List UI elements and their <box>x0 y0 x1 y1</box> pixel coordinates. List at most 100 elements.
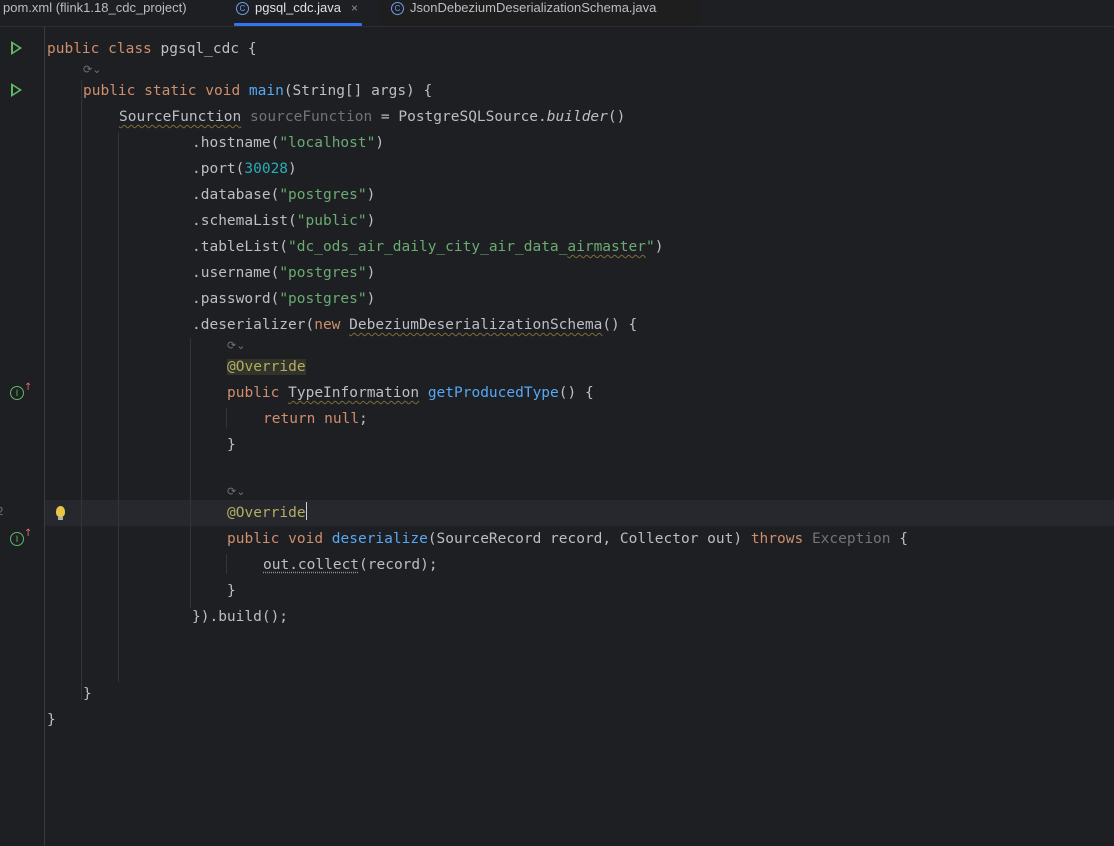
keyword: static <box>144 83 197 99</box>
keyword: void <box>288 531 324 547</box>
code-text: } <box>47 712 56 728</box>
code-line-table-list[interactable]: .tableList("dc_ods_air_daily_city_air_da… <box>192 234 663 260</box>
exception-type: Exception <box>811 531 891 547</box>
string-literal: "public" <box>296 213 367 229</box>
code-text: ) <box>375 135 385 151</box>
code-line-password[interactable]: .password("postgres") <box>192 286 375 312</box>
code-text: () { <box>558 385 594 401</box>
code-text: { <box>890 531 908 547</box>
implements-icon: I <box>10 532 24 546</box>
code-text: } <box>227 583 236 599</box>
indent-guide <box>81 80 82 700</box>
code-line-close-brace[interactable]: } <box>227 578 236 604</box>
method-name: collect <box>297 557 360 573</box>
tab-label: JsonDebeziumDeserializationSchema.java <box>410 0 657 15</box>
tab-label: pgsql_cdc.java <box>255 0 341 15</box>
code-line-return-null[interactable]: return null; <box>263 406 368 432</box>
code-text: (record); <box>359 557 438 573</box>
class-name: pgsql_cdc <box>160 41 240 57</box>
code-text: (SourceRecord record, Collector out) <box>427 531 751 547</box>
indent-guide <box>118 132 119 682</box>
variable-name: sourceFunction <box>249 109 373 125</box>
keyword: public <box>227 531 280 547</box>
java-class-icon: C <box>391 2 404 15</box>
implements-method-icon[interactable]: I ↑ <box>10 528 32 546</box>
indent-guide <box>226 554 227 574</box>
current-line-highlight <box>45 500 1114 526</box>
code-line-username[interactable]: .username("postgres") <box>192 260 375 286</box>
string-literal: airmaster <box>567 239 646 255</box>
code-line-close-class[interactable]: } <box>47 707 56 733</box>
lightbulb-icon[interactable] <box>56 506 65 520</box>
code-line-database[interactable]: .database("postgres") <box>192 182 375 208</box>
code-text: ) <box>366 213 376 229</box>
implements-icon: I <box>10 386 24 400</box>
method-name: main <box>248 83 284 99</box>
keyword: new <box>314 317 341 333</box>
inlay-hint-icon[interactable]: ⟳⌄ <box>227 336 245 356</box>
code-text: .deserializer( <box>192 317 315 333</box>
code-editor[interactable] <box>0 27 1114 846</box>
method-name: getProducedType <box>427 385 559 401</box>
code-text: ; <box>359 411 368 427</box>
keyword: null <box>324 411 360 427</box>
tab-label: pom.xml (flink1.18_cdc_project) <box>3 0 187 15</box>
code-line-override-1[interactable]: @Override <box>227 354 306 380</box>
string-literal: "dc_ods_air_daily_city_air_data_ <box>288 239 568 255</box>
code-text: }).build(); <box>192 609 289 625</box>
code-line-out-collect[interactable]: out.collect(record); <box>263 552 438 578</box>
editor-tab-bar: pom.xml (flink1.18_cdc_project) Cpgsql_c… <box>0 0 1114 27</box>
code-line-deserializer[interactable]: .deserializer(new DebeziumDeserializatio… <box>192 312 637 338</box>
string-literal: "localhost" <box>279 135 376 151</box>
code-line-schema-list[interactable]: .schemaList("public") <box>192 208 375 234</box>
run-class-icon[interactable] <box>11 41 22 55</box>
run-main-icon[interactable] <box>11 83 22 97</box>
code-text: ) <box>366 291 376 307</box>
code-text: ) <box>366 265 376 281</box>
code-line-source-function[interactable]: SourceFunction sourceFunction = PostgreS… <box>119 104 625 130</box>
code-line-class-decl[interactable]: public class pgsql_cdc { <box>47 36 257 62</box>
line-number: 2 <box>0 505 4 518</box>
keyword: throws <box>750 531 804 547</box>
type-name: DebeziumDeserializationSchema <box>349 317 603 333</box>
string-literal: "postgres" <box>279 291 367 307</box>
code-line-build[interactable]: }).build(); <box>192 604 288 630</box>
arrow-up-icon: ↑ <box>24 528 33 539</box>
code-line-main[interactable]: public static void main(String[] args) { <box>83 78 432 104</box>
string-literal: "postgres" <box>279 187 367 203</box>
keyword: public <box>227 385 280 401</box>
inlay-hint-icon[interactable]: ⟳⌄ <box>83 60 101 80</box>
implements-method-icon[interactable]: I ↑ <box>10 382 32 400</box>
code-text: ) <box>288 161 297 177</box>
annotation: @Override <box>227 505 306 521</box>
code-line-deserialize[interactable]: public void deserialize(SourceRecord rec… <box>227 526 908 552</box>
keyword: public <box>47 41 100 57</box>
annotation: @Override <box>227 359 306 375</box>
string-literal: "postgres" <box>279 265 367 281</box>
code-text: ) <box>654 239 664 255</box>
code-line-port[interactable]: .port(30028) <box>192 156 297 182</box>
type-name: TypeInformation <box>288 385 420 401</box>
code-text: .tableList( <box>192 239 289 255</box>
code-line-close-main[interactable]: } <box>83 681 92 707</box>
tab-pgsql-cdc[interactable]: Cpgsql_cdc.java × <box>234 0 363 26</box>
code-text: .schemaList( <box>192 213 297 229</box>
inlay-hint-icon[interactable]: ⟳⌄ <box>227 482 245 502</box>
code-line-get-produced-type[interactable]: public TypeInformation getProducedType()… <box>227 380 594 406</box>
code-text: (String[] args) { <box>283 83 433 99</box>
number-literal: 30028 <box>244 161 289 177</box>
tab-json-debezium[interactable]: C JsonDebeziumDeserializationSchema.java <box>391 0 656 26</box>
code-text: .hostname( <box>192 135 280 151</box>
java-class-icon: C <box>236 2 249 15</box>
close-icon[interactable]: × <box>351 1 358 15</box>
code-text: out. <box>263 557 298 573</box>
code-text: .username( <box>192 265 280 281</box>
string-literal: " <box>645 239 655 255</box>
keyword: void <box>205 83 241 99</box>
code-line-close-brace[interactable]: } <box>227 432 236 458</box>
code-text: .password( <box>192 291 280 307</box>
tab-pom-xml[interactable]: pom.xml (flink1.18_cdc_project) <box>3 0 187 26</box>
code-text: } <box>227 437 236 453</box>
code-line-hostname[interactable]: .hostname("localhost") <box>192 130 384 156</box>
code-line-override-2[interactable]: @Override <box>227 500 308 526</box>
